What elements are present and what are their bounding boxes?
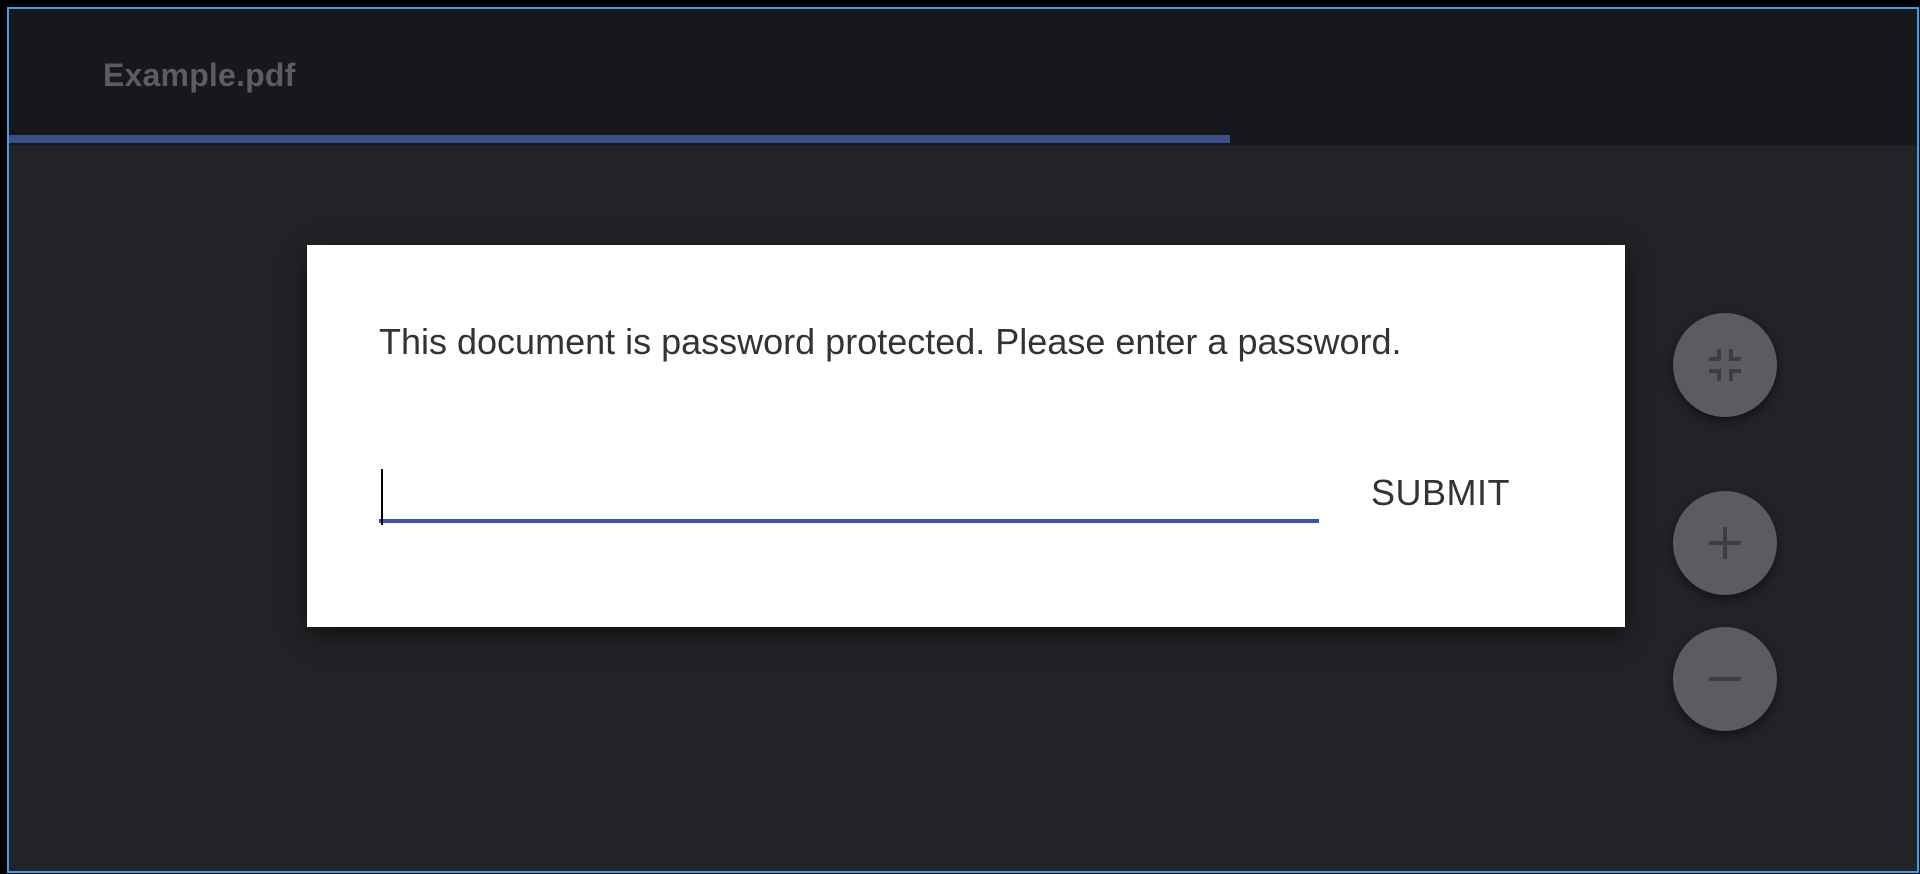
pdf-viewer-window: Example.pdf This document is password pr… xyxy=(7,7,1919,873)
zoom-out-icon xyxy=(1705,659,1745,699)
submit-button[interactable]: SUBMIT xyxy=(1355,463,1526,523)
password-dialog: This document is password protected. Ple… xyxy=(307,245,1625,627)
zoom-in-button[interactable] xyxy=(1673,491,1777,595)
text-caret xyxy=(381,469,383,525)
password-input[interactable] xyxy=(379,467,1319,523)
password-prompt-message: This document is password protected. Ple… xyxy=(379,321,1402,362)
fit-to-page-icon xyxy=(1705,345,1745,385)
toolbar: Example.pdf xyxy=(9,9,1917,145)
document-title: Example.pdf xyxy=(103,57,296,93)
load-progress-bar xyxy=(9,135,1917,143)
zoom-out-button[interactable] xyxy=(1673,627,1777,731)
fit-to-page-button[interactable] xyxy=(1673,313,1777,417)
zoom-in-icon xyxy=(1705,523,1745,563)
load-progress-fill xyxy=(9,135,1231,143)
screenshot-frame: Example.pdf This document is password pr… xyxy=(0,0,1920,874)
